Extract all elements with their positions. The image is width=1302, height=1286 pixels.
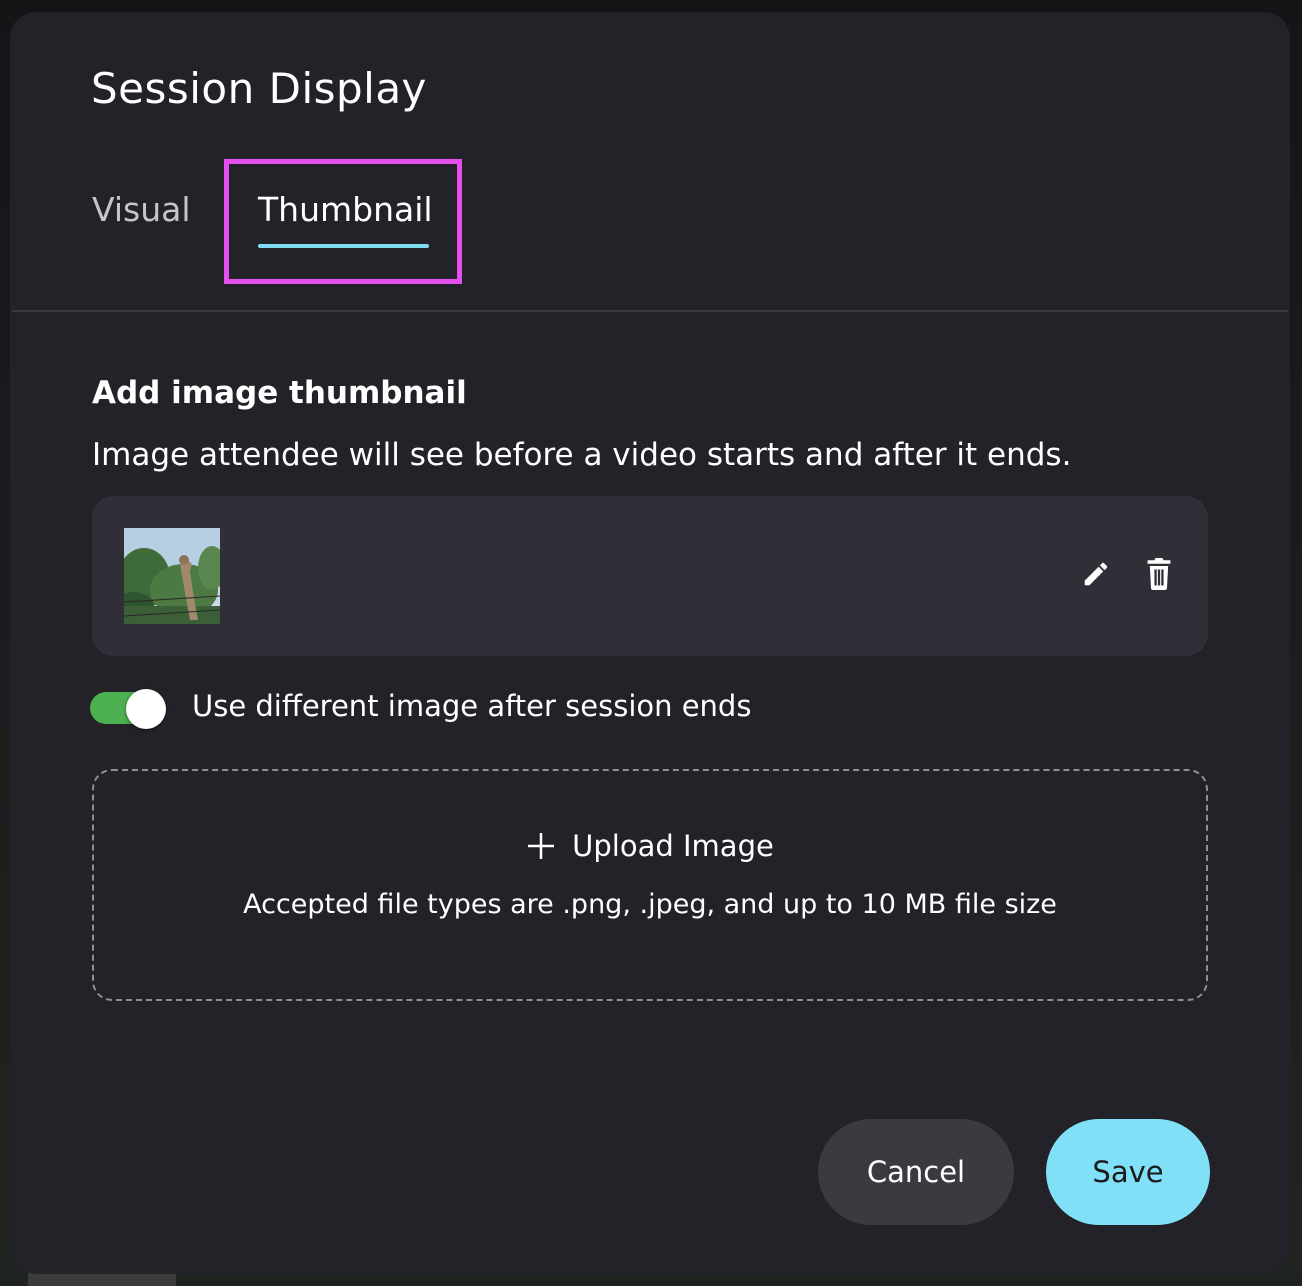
- plus-icon: [528, 833, 555, 859]
- save-button[interactable]: Save: [1046, 1119, 1210, 1225]
- upload-action[interactable]: Upload Image: [94, 829, 1206, 863]
- giraffe-photo: [124, 528, 220, 624]
- dialog-title: Session Display: [91, 64, 427, 113]
- tabs-divider: [12, 310, 1288, 312]
- trash-icon[interactable]: [1137, 552, 1181, 596]
- pencil-icon[interactable]: [1074, 552, 1118, 596]
- upload-file-note: Accepted file types are .png, .jpeg, and…: [243, 889, 1057, 920]
- tab-thumbnail[interactable]: Thumbnail: [258, 190, 433, 229]
- thumbnail-card: [92, 496, 1208, 656]
- upload-image-label: Upload Image: [572, 829, 774, 863]
- tab-visual[interactable]: Visual: [92, 190, 191, 229]
- active-tab-indicator: [258, 244, 429, 248]
- toggle-knob: [126, 689, 166, 729]
- different-image-toggle[interactable]: [90, 689, 166, 729]
- section-description: Image attendee will see before a video s…: [92, 437, 1072, 473]
- section-heading: Add image thumbnail: [92, 375, 467, 411]
- session-display-dialog: Session Display Visual Thumbnail Add ima…: [10, 12, 1290, 1274]
- cancel-button[interactable]: Cancel: [818, 1119, 1014, 1225]
- upload-dropzone[interactable]: Upload Image Accepted file types are .pn…: [92, 769, 1208, 1001]
- toggle-label: Use different image after session ends: [192, 689, 752, 723]
